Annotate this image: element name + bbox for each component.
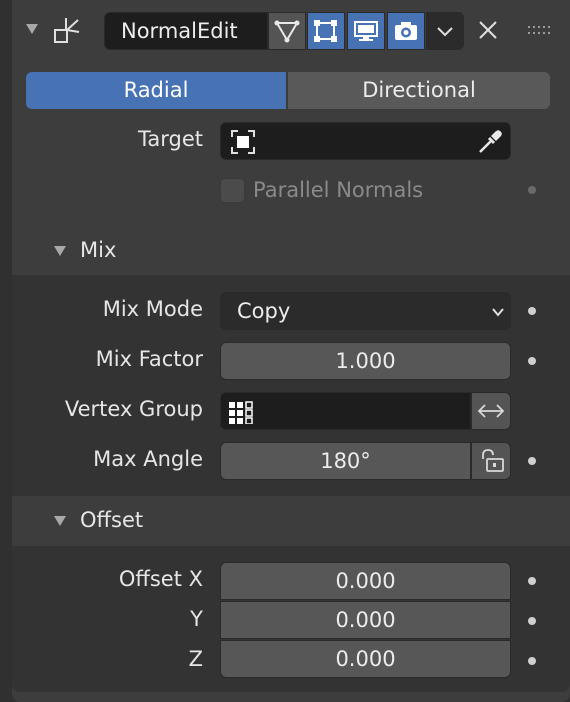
drag-handle-icon[interactable] xyxy=(528,26,552,36)
viewport-display-button[interactable] xyxy=(347,12,385,50)
animate-property-dot[interactable] xyxy=(528,357,536,365)
arrow-left-right-icon xyxy=(477,404,505,418)
close-icon[interactable] xyxy=(476,18,500,42)
max-angle-slider[interactable]: 180° xyxy=(220,442,471,480)
mix-factor-label: Mix Factor xyxy=(95,347,203,371)
animate-property-dot[interactable] xyxy=(528,617,536,625)
tab-radial[interactable]: Radial xyxy=(26,72,286,109)
mix-section-title[interactable]: Mix xyxy=(80,238,116,262)
mix-expand-icon[interactable] xyxy=(54,246,66,256)
edit-mode-button[interactable] xyxy=(307,12,345,50)
offset-z-label: Z xyxy=(188,647,203,671)
offset-z-field[interactable]: 0.000 xyxy=(220,640,511,678)
mix-mode-dropdown[interactable]: Copy xyxy=(220,292,511,330)
vertex-group-icon xyxy=(229,401,253,424)
vertex-group-label: Vertex Group xyxy=(64,397,203,421)
animate-property-dot[interactable] xyxy=(528,657,536,665)
parallel-normals-label: Parallel Normals xyxy=(253,178,424,202)
mix-mode-value: Copy xyxy=(237,299,291,323)
animate-property-dot[interactable] xyxy=(528,577,536,585)
modifier-name-field[interactable]: NormalEdit xyxy=(104,12,268,50)
render-camera-icon xyxy=(395,22,417,40)
offset-x-label: Offset X xyxy=(118,567,203,591)
offset-y-label: Y xyxy=(190,607,203,631)
target-label: Target xyxy=(138,127,203,151)
viewport-display-icon xyxy=(354,21,378,41)
parallel-normals-checkbox[interactable] xyxy=(220,178,245,203)
chevron-down-icon xyxy=(437,27,453,37)
edit-mode-cage-icon xyxy=(274,20,300,43)
offset-x-field[interactable]: 0.000 xyxy=(220,562,511,600)
limit-toggle-button[interactable] xyxy=(471,442,511,480)
mix-factor-slider[interactable]: 1.000 xyxy=(220,342,511,380)
render-button[interactable] xyxy=(387,12,425,50)
mix-mode-label: Mix Mode xyxy=(102,297,203,321)
eyedropper-icon[interactable] xyxy=(476,128,504,156)
target-object-field[interactable] xyxy=(220,122,511,160)
normal-edit-modifier-icon xyxy=(54,18,80,43)
offset-section-title[interactable]: Offset xyxy=(80,508,143,532)
unlocked-icon xyxy=(482,449,504,472)
vertex-group-field[interactable] xyxy=(220,392,471,430)
animate-property-dot[interactable] xyxy=(528,186,536,194)
animate-property-dot[interactable] xyxy=(528,307,536,315)
edit-mode-cage-button[interactable] xyxy=(268,12,306,50)
chevron-down-icon xyxy=(492,308,504,317)
extra-options-dropdown[interactable] xyxy=(426,12,464,50)
tab-directional[interactable]: Directional xyxy=(288,72,550,109)
offset-y-field[interactable]: 0.000 xyxy=(220,601,511,639)
animate-property-dot[interactable] xyxy=(528,457,536,465)
max-angle-label: Max Angle xyxy=(93,447,203,471)
collapse-triangle-icon[interactable] xyxy=(26,24,38,34)
offset-expand-icon[interactable] xyxy=(54,516,66,526)
edit-mode-icon xyxy=(314,20,337,42)
invert-vertex-group-button[interactable] xyxy=(471,392,511,430)
object-icon xyxy=(231,130,255,154)
